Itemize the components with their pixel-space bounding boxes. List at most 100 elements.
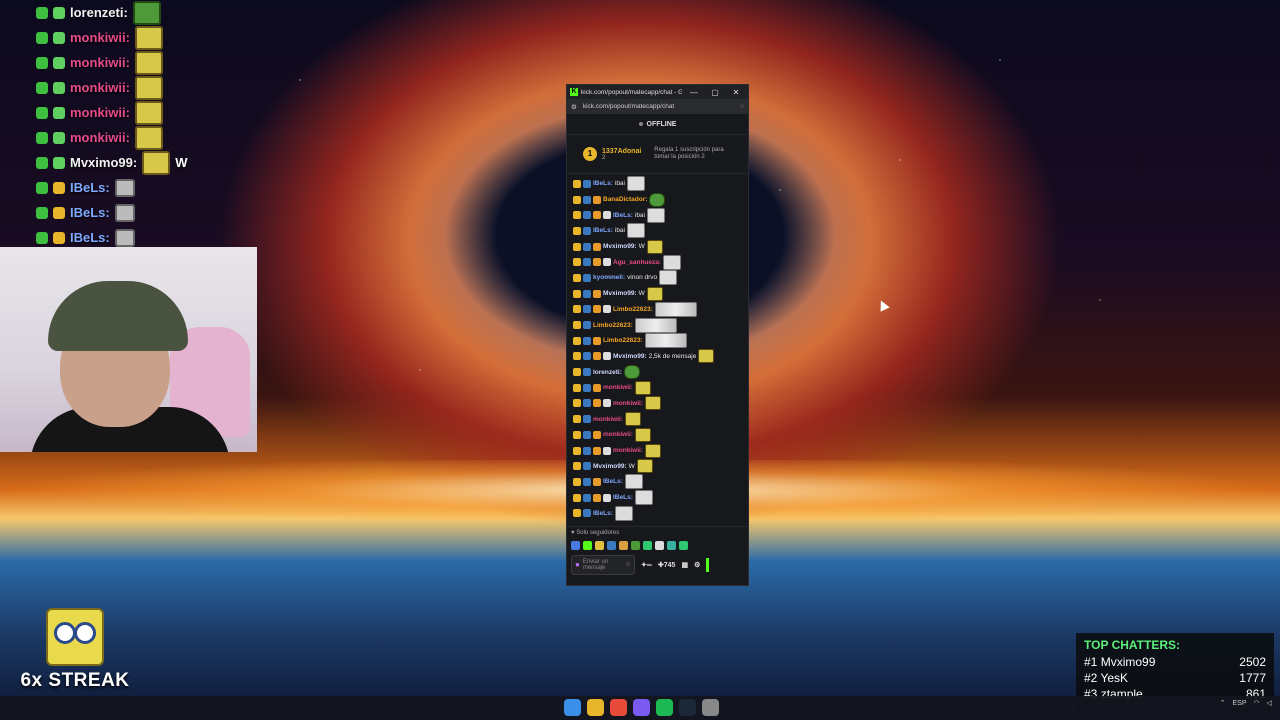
- chat-username[interactable]: Agu_sanhueza:: [613, 259, 661, 266]
- emoji-icon[interactable]: ☺: [625, 562, 631, 568]
- overlay-chat-row: monkiwii:: [36, 50, 266, 75]
- chat-message[interactable]: lorenzeti:: [573, 364, 742, 380]
- chat-message[interactable]: monkiwii:: [573, 443, 742, 459]
- raid-icon[interactable]: ✦∞: [641, 561, 652, 569]
- chat-username[interactable]: Limbo22623:: [593, 322, 633, 329]
- mouse-cursor-icon: [876, 298, 890, 312]
- chat-username[interactable]: Mvximo99:: [603, 243, 637, 250]
- chat-message[interactable]: monkiwii:: [573, 380, 742, 396]
- chat-message[interactable]: IBeLs:: [573, 490, 742, 506]
- obs-icon[interactable]: [702, 699, 719, 716]
- sub-gift-leaderboard[interactable]: 1 1337Adonai 2 Regala 1 suscripción para…: [567, 135, 748, 174]
- emote-3-icon[interactable]: [595, 540, 604, 550]
- emote-2-icon[interactable]: [583, 540, 592, 550]
- gift-prompt-line1: Regala 1 suscripción para: [654, 147, 724, 153]
- emote-1-icon[interactable]: [571, 540, 580, 550]
- chat-message-list[interactable]: IBeLs: ibai BanaDictador: IBeLs: ibai IBeLs…: [567, 174, 748, 536]
- chat-message[interactable]: kyommeli: vinon drvo: [573, 270, 742, 286]
- wifi-icon[interactable]: ◠: [1254, 699, 1260, 707]
- chat-username[interactable]: IBeLs:: [613, 494, 633, 501]
- wide-emote-icon: [654, 301, 697, 317]
- spotify-icon[interactable]: [656, 699, 673, 716]
- followers-only-text: Solo seguidores: [576, 530, 620, 536]
- send-button[interactable]: [706, 558, 710, 572]
- streak-label: 6x STREAK: [20, 670, 130, 691]
- settings-gear-icon[interactable]: ⚙: [694, 561, 700, 569]
- address-bar[interactable]: ⚙ kick.com/popout/matecapp/chat ◌: [567, 99, 748, 114]
- store-icon[interactable]: ▦: [681, 561, 688, 569]
- eye-off-icon[interactable]: ◌: [740, 103, 744, 110]
- emote-8-icon[interactable]: [655, 540, 664, 550]
- chat-username[interactable]: monkiwii:: [593, 416, 623, 423]
- chat-username[interactable]: Limbo22623:: [603, 337, 643, 344]
- chat-message[interactable]: Limbo22623:: [573, 301, 742, 318]
- chat-message[interactable]: Mvximo99: 2,5k de mensaje: [573, 349, 742, 365]
- microphone-icon[interactable]: ●: [575, 561, 580, 569]
- chat-username[interactable]: IBeLs:: [613, 212, 633, 219]
- steam-icon[interactable]: [679, 699, 696, 716]
- chat-message[interactable]: monkiwii:: [573, 396, 742, 412]
- chat-message[interactable]: monkiwii:: [573, 411, 742, 427]
- chat-username[interactable]: lorenzeti:: [593, 369, 622, 376]
- chat-input[interactable]: ● Enviar un mensaje ☺: [571, 555, 635, 575]
- user-badge-icon: [583, 446, 591, 455]
- chat-message[interactable]: IBeLs: ibai: [573, 176, 742, 192]
- chat-username[interactable]: Mvximo99:: [603, 290, 637, 297]
- chat-username[interactable]: kyommeli:: [593, 274, 625, 281]
- emote-5-icon[interactable]: [619, 540, 628, 550]
- chat-message[interactable]: IBeLs:: [573, 474, 742, 490]
- minimize-button[interactable]: —: [685, 88, 703, 97]
- emote-7-icon[interactable]: [643, 540, 652, 550]
- chat-message[interactable]: IBeLs: ibai: [573, 207, 742, 223]
- emote-10-icon[interactable]: [679, 540, 688, 550]
- chat-message[interactable]: monkiwii:: [573, 427, 742, 443]
- emote-4-icon[interactable]: [607, 540, 616, 550]
- site-settings-icon[interactable]: ⚙: [571, 103, 577, 111]
- chat-username[interactable]: IBeLs:: [603, 478, 623, 485]
- chat-message[interactable]: Mvximo99: W: [573, 458, 742, 474]
- tray-lang[interactable]: ESP: [1232, 700, 1246, 707]
- chat-message[interactable]: Limbo22623:: [573, 317, 742, 333]
- badge-icon: [53, 31, 65, 44]
- volume-icon[interactable]: ◁: [1267, 699, 1272, 707]
- chat-username[interactable]: monkiwii:: [603, 431, 633, 438]
- chat-message[interactable]: IBeLs:: [573, 505, 742, 521]
- chat-message-text: W: [638, 243, 645, 251]
- chat-username[interactable]: IBeLs:: [593, 510, 613, 517]
- quick-emote-bar[interactable]: [567, 539, 748, 551]
- folder-icon[interactable]: [587, 699, 604, 716]
- tray-arrow-icon[interactable]: ⌃: [1220, 699, 1226, 707]
- windows-icon[interactable]: [564, 699, 581, 716]
- chat-message-text: ibai: [614, 180, 625, 188]
- chat-message[interactable]: IBeLs: ibai: [573, 223, 742, 239]
- emote-9-icon[interactable]: [667, 540, 676, 550]
- chat-message[interactable]: Mvximo99: W: [573, 286, 742, 302]
- chat-username[interactable]: monkiwii:: [603, 384, 633, 391]
- emote-6-icon[interactable]: [631, 540, 640, 550]
- chat-username[interactable]: IBeLs:: [593, 180, 613, 187]
- img-emote-icon: [614, 505, 633, 521]
- maximize-button[interactable]: ▢: [706, 88, 724, 97]
- user-badge-icon: [583, 226, 591, 235]
- badge-icon: [36, 31, 48, 44]
- user-badge-icon: [593, 289, 601, 298]
- chat-message[interactable]: Mvximo99: W: [573, 239, 742, 255]
- chat-username[interactable]: Mvximo99:: [613, 353, 647, 360]
- chat-message[interactable]: Limbo22623:: [573, 333, 742, 349]
- chat-message[interactable]: Agu_sanhueza:: [573, 254, 742, 270]
- chat-username[interactable]: BanaDictador:: [603, 196, 647, 203]
- chat-username[interactable]: Limbo22623:: [613, 306, 653, 313]
- chat-username[interactable]: IBeLs:: [593, 227, 613, 234]
- chat-username[interactable]: Mvximo99:: [593, 463, 627, 470]
- close-button[interactable]: ✕: [727, 88, 745, 97]
- user-badge-icon: [593, 352, 601, 361]
- viewer-count[interactable]: ✚745: [658, 561, 676, 569]
- user-badge-icon: [583, 321, 591, 330]
- user-badge-icon: [593, 195, 601, 204]
- chat-message[interactable]: BanaDictador:: [573, 192, 742, 208]
- followers-only-label: ♥ Solo seguidores: [571, 530, 620, 536]
- discord-icon[interactable]: [633, 699, 650, 716]
- chat-username[interactable]: monkiwii:: [613, 400, 643, 407]
- chrome-icon[interactable]: [610, 699, 627, 716]
- chat-username[interactable]: monkiwii:: [613, 447, 643, 454]
